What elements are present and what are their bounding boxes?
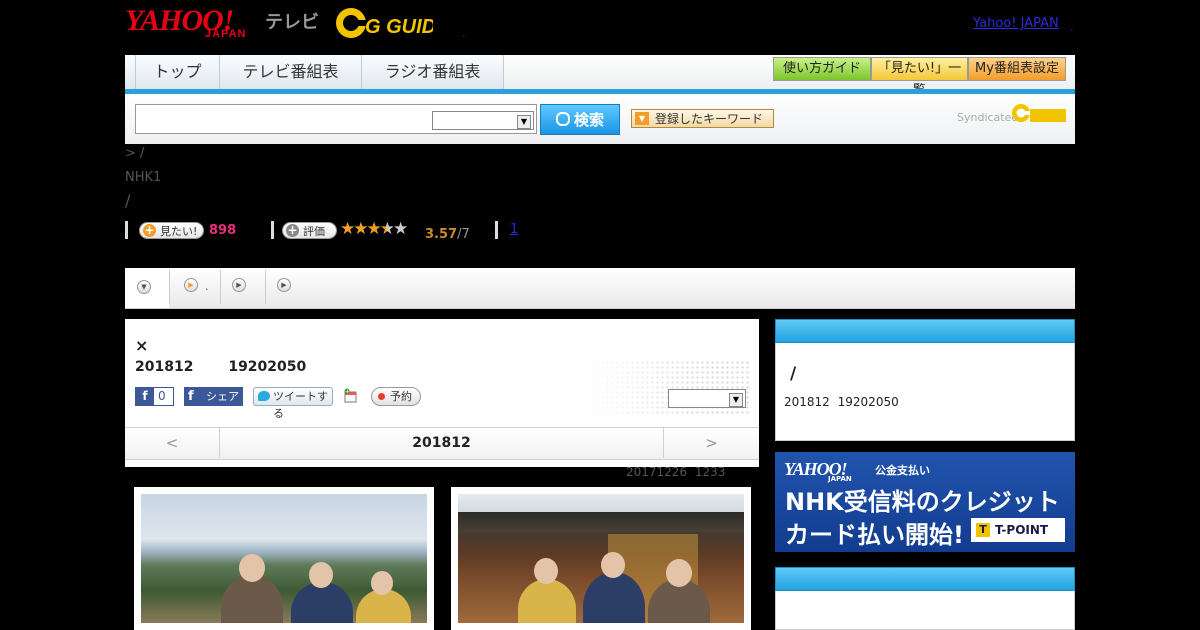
plus-icon: + — [286, 223, 299, 237]
nav-left-cap — [125, 55, 136, 89]
chevron-down-icon: ▼ — [137, 280, 151, 294]
divider — [125, 221, 128, 239]
tab-active[interactable]: ▼ — [125, 270, 169, 308]
facebook-icon: f — [136, 388, 154, 405]
prev-month-button[interactable]: < — [125, 428, 219, 458]
sidebar-header-2 — [775, 567, 1075, 591]
want-list-button[interactable]: 「見たい!」一覧 — [871, 57, 968, 98]
search-category-select[interactable]: ▼ — [432, 111, 534, 130]
breadcrumb[interactable]: > / — [125, 146, 144, 161]
nav-tab-radio-schedule[interactable]: ラジオ番組表 — [362, 55, 504, 89]
yahoo-japan-wordmark: JAPAN — [205, 28, 247, 40]
divider — [495, 221, 498, 239]
play-icon: ▶ — [277, 278, 291, 292]
search-icon — [555, 112, 570, 126]
tab-3[interactable]: ▶ — [221, 270, 264, 306]
tpoint-icon: T — [976, 523, 990, 537]
ad-subtitle: 公金支払い — [875, 464, 930, 477]
syndicated-label: Syndicated — [957, 111, 1019, 124]
registered-keywords-button[interactable]: ▼ 登録したキーワード — [631, 109, 774, 128]
svg-text:+: + — [345, 389, 349, 395]
sidebar-datetime: 201812 19202050 — [784, 395, 899, 409]
tpoint-badge: T T-POINT — [971, 518, 1065, 542]
sidebar-box-2 — [775, 591, 1075, 630]
want-label: 見たい! — [160, 225, 198, 238]
rating-stars: ★★★★★ — [340, 219, 408, 239]
episode-time: 19202050 — [228, 359, 307, 375]
reserve-label: 予約 — [390, 390, 412, 403]
divider — [271, 221, 274, 239]
tv-logo-text: テレビ — [265, 12, 319, 33]
channel-name: NHK1 — [125, 170, 162, 185]
star-icon: ★ — [393, 219, 408, 239]
play-icon: ▶ — [184, 278, 198, 292]
episode-title: × — [135, 336, 149, 355]
updated-time: 1233 — [694, 465, 726, 479]
tab-2-label: . — [205, 280, 209, 293]
ad-headline-line1: NHK受信料のクレジット — [785, 488, 1060, 516]
sidebar-month: 201812 — [784, 395, 830, 409]
rating-total: /7 — [457, 227, 470, 242]
yahoo-japan-link[interactable]: Yahoo! JAPAN — [973, 16, 1059, 31]
arrow-down-icon: ▼ — [635, 112, 649, 125]
episode-month: 201812 — [135, 359, 194, 375]
facebook-share-button[interactable]: f シェア — [184, 387, 243, 406]
star-icon: ★ — [340, 219, 355, 239]
header-dot: . — [462, 27, 466, 40]
episode-photo[interactable] — [134, 487, 434, 630]
ad-headline-line2: カード払い開始! — [785, 521, 964, 549]
calendar-add-icon[interactable]: + — [343, 388, 358, 403]
my-schedule-settings-button[interactable]: My番組表設定 — [968, 57, 1066, 81]
facebook-like-count: 0 — [158, 389, 166, 403]
facebook-share-label: シェア — [206, 390, 239, 403]
updated-date: 20171226 — [626, 465, 688, 479]
next-month-button[interactable]: > — [664, 428, 759, 458]
nav-tab-tv-schedule[interactable]: テレビ番組表 — [220, 55, 362, 89]
star-icon: ★ — [366, 219, 382, 239]
plus-icon: + — [143, 223, 156, 237]
gguide-logo[interactable]: G GUIDE — [335, 6, 450, 40]
sidebar-box — [775, 343, 1075, 441]
want-button[interactable]: + 見たい! — [139, 222, 204, 239]
review-count-link[interactable]: 1 — [510, 222, 518, 237]
sidebar-title[interactable]: / — [790, 364, 796, 384]
guide-button[interactable]: 使い方ガイド — [773, 57, 871, 81]
rate-label: 評価 — [303, 225, 325, 238]
facebook-icon: f — [188, 389, 194, 404]
tpoint-label: T-POINT — [995, 523, 1049, 537]
sidebar-time: 19202050 — [837, 395, 899, 409]
current-month: 201812 — [412, 435, 471, 451]
nav-tab-top[interactable]: トップ — [136, 55, 220, 89]
facebook-like-button[interactable]: f 0 — [135, 387, 174, 406]
tab-2[interactable]: ▶ . — [170, 270, 219, 306]
search-button[interactable]: 検索 — [540, 104, 620, 135]
play-icon: ▶ — [232, 278, 246, 292]
episode-select[interactable]: ▼ — [668, 389, 746, 408]
chevron-down-icon: ▼ — [517, 115, 531, 129]
twitter-bird-icon — [258, 391, 270, 401]
want-count: 898 — [209, 223, 237, 238]
star-icon: ★ — [379, 219, 395, 239]
star-icon: ★ — [353, 219, 368, 239]
record-dot-icon — [378, 393, 385, 400]
reserve-button[interactable]: 予約 — [371, 387, 421, 406]
gguide-logo-text: G GUIDE — [365, 16, 433, 38]
program-title: / — [125, 191, 131, 210]
search-button-label: 検索 — [573, 111, 604, 129]
rating-score: 3.57/7 — [425, 223, 470, 242]
gguide-small-logo — [1012, 102, 1067, 124]
header-link-dot: . — [1070, 21, 1074, 34]
tab-4[interactable]: ▶ — [266, 270, 306, 306]
rate-button[interactable]: + 評価 — [282, 222, 337, 239]
keyword-button-label: 登録したキーワード — [655, 112, 764, 126]
episode-photo[interactable] — [451, 487, 751, 630]
sidebar-header — [775, 319, 1075, 343]
chevron-down-icon: ▼ — [729, 393, 743, 407]
rating-score-value: 3.57 — [425, 227, 458, 242]
tweet-button[interactable]: ツイートする — [253, 387, 333, 420]
episode-datetime: 201812 19202050 — [135, 359, 306, 375]
updated-timestamp: 20171226 1233 — [626, 465, 725, 479]
